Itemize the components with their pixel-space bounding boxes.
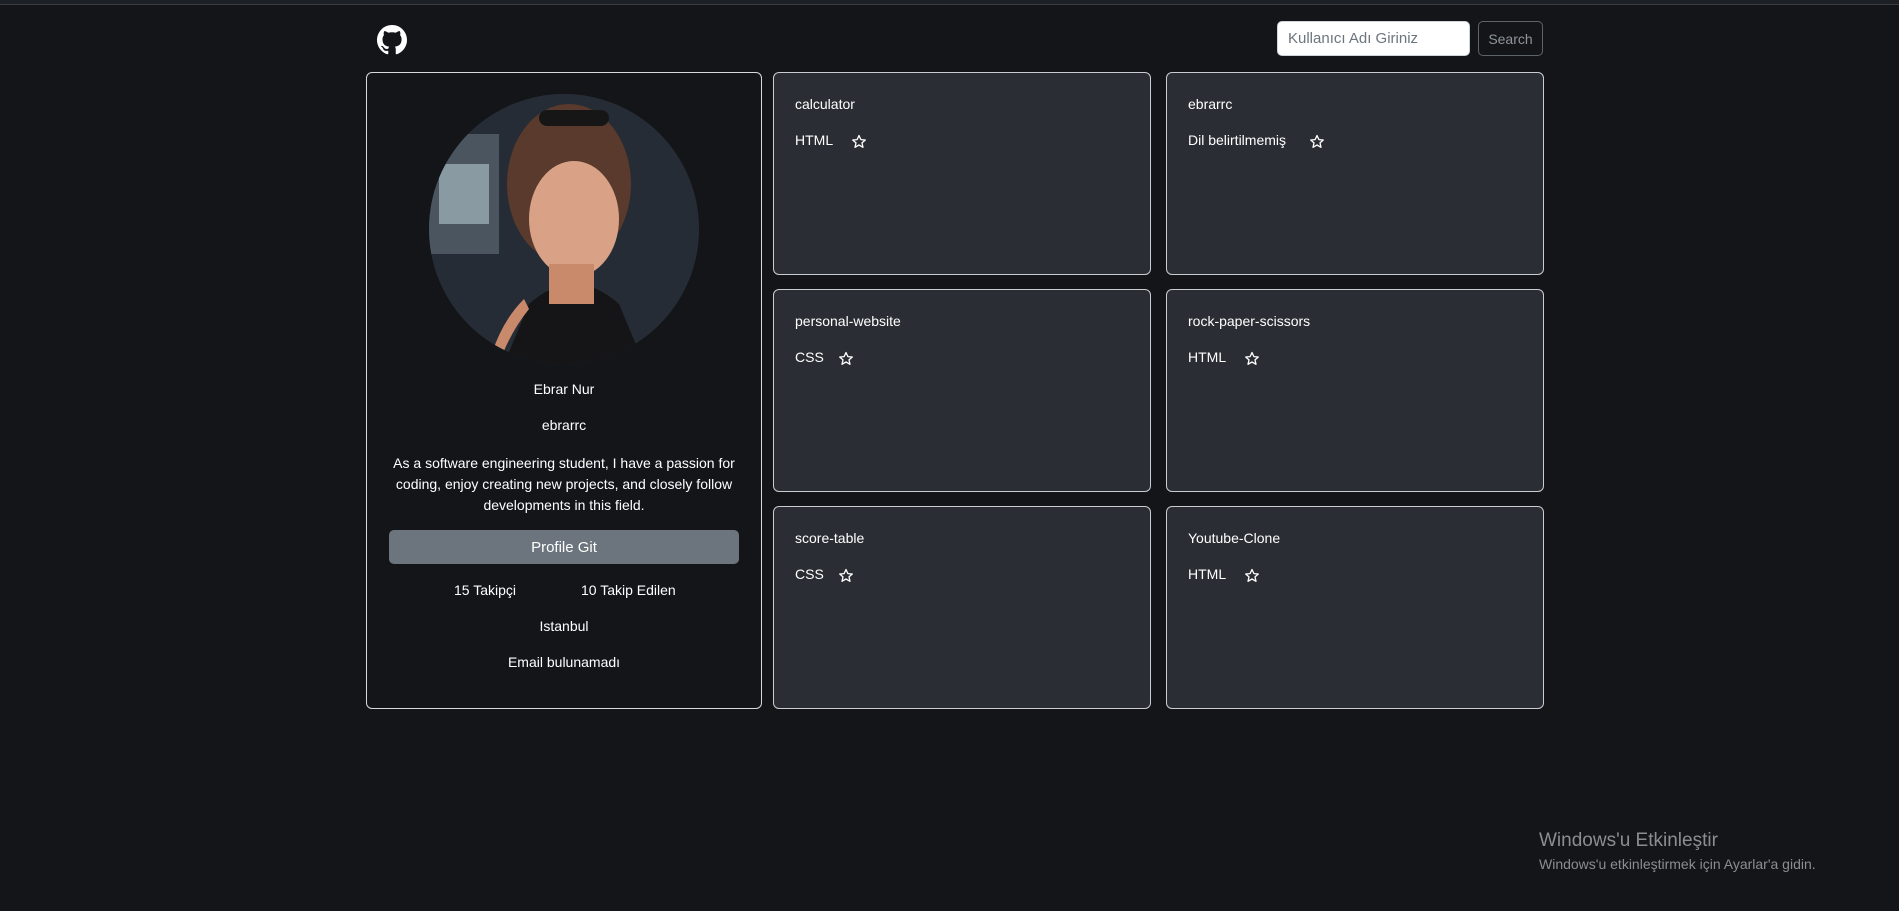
repo-language: HTML: [1188, 566, 1227, 582]
repo-language: HTML: [1188, 349, 1227, 365]
following-count: 10 Takip Edilen: [581, 582, 676, 598]
search-button[interactable]: Search: [1478, 21, 1543, 56]
repo-language: CSS: [795, 349, 824, 365]
profile-location: Istanbul: [539, 618, 589, 634]
repo-language: Dil belirtilmemiş: [1188, 132, 1287, 148]
profile-bio: As a software engineering student, I hav…: [393, 455, 735, 513]
repo-name[interactable]: Youtube-Clone: [1188, 530, 1280, 546]
github-icon[interactable]: [377, 25, 407, 55]
repo-name[interactable]: score-table: [795, 530, 864, 546]
profile-email: Email bulunamadı: [507, 654, 621, 670]
star-icon[interactable]: [838, 568, 854, 584]
window-top-border: [0, 0, 1899, 5]
profile-link-button[interactable]: Profile Git: [389, 530, 739, 564]
profile-card: Ebrar Nur ebrarrc As a software engineer…: [366, 72, 762, 709]
star-icon[interactable]: [838, 351, 854, 367]
star-icon[interactable]: [1244, 351, 1260, 367]
star-icon[interactable]: [851, 134, 867, 150]
repo-language: CSS: [795, 566, 824, 582]
username-search-input[interactable]: [1277, 21, 1470, 56]
repo-card[interactable]: personal-website CSS: [773, 289, 1151, 492]
repo-name[interactable]: ebrarrc: [1188, 96, 1232, 112]
watermark-subtitle: Windows'u etkinleştirmek için Ayarlar'a …: [1539, 856, 1816, 872]
star-icon[interactable]: [1309, 134, 1325, 150]
followers-count: 15 Takipçi: [454, 582, 517, 598]
repo-card[interactable]: ebrarrc Dil belirtilmemiş: [1166, 72, 1544, 275]
repo-name[interactable]: personal-website: [795, 313, 901, 329]
star-icon[interactable]: [1244, 568, 1260, 584]
profile-username: ebrarrc: [541, 417, 587, 433]
avatar: [429, 94, 699, 364]
navbar: Search: [366, 20, 1543, 58]
repo-card[interactable]: rock-paper-scissors HTML: [1166, 289, 1544, 492]
repo-card[interactable]: score-table CSS: [773, 506, 1151, 709]
repo-name[interactable]: rock-paper-scissors: [1188, 313, 1310, 329]
profile-name: Ebrar Nur: [533, 381, 595, 397]
repo-card[interactable]: Youtube-Clone HTML: [1166, 506, 1544, 709]
windows-activation-watermark: Windows'u Etkinleştir Windows'u etkinleş…: [1539, 830, 1816, 872]
repo-name[interactable]: calculator: [795, 96, 855, 112]
watermark-title: Windows'u Etkinleştir: [1539, 830, 1718, 851]
repo-language: HTML: [795, 132, 834, 148]
repo-card[interactable]: calculator HTML: [773, 72, 1151, 275]
